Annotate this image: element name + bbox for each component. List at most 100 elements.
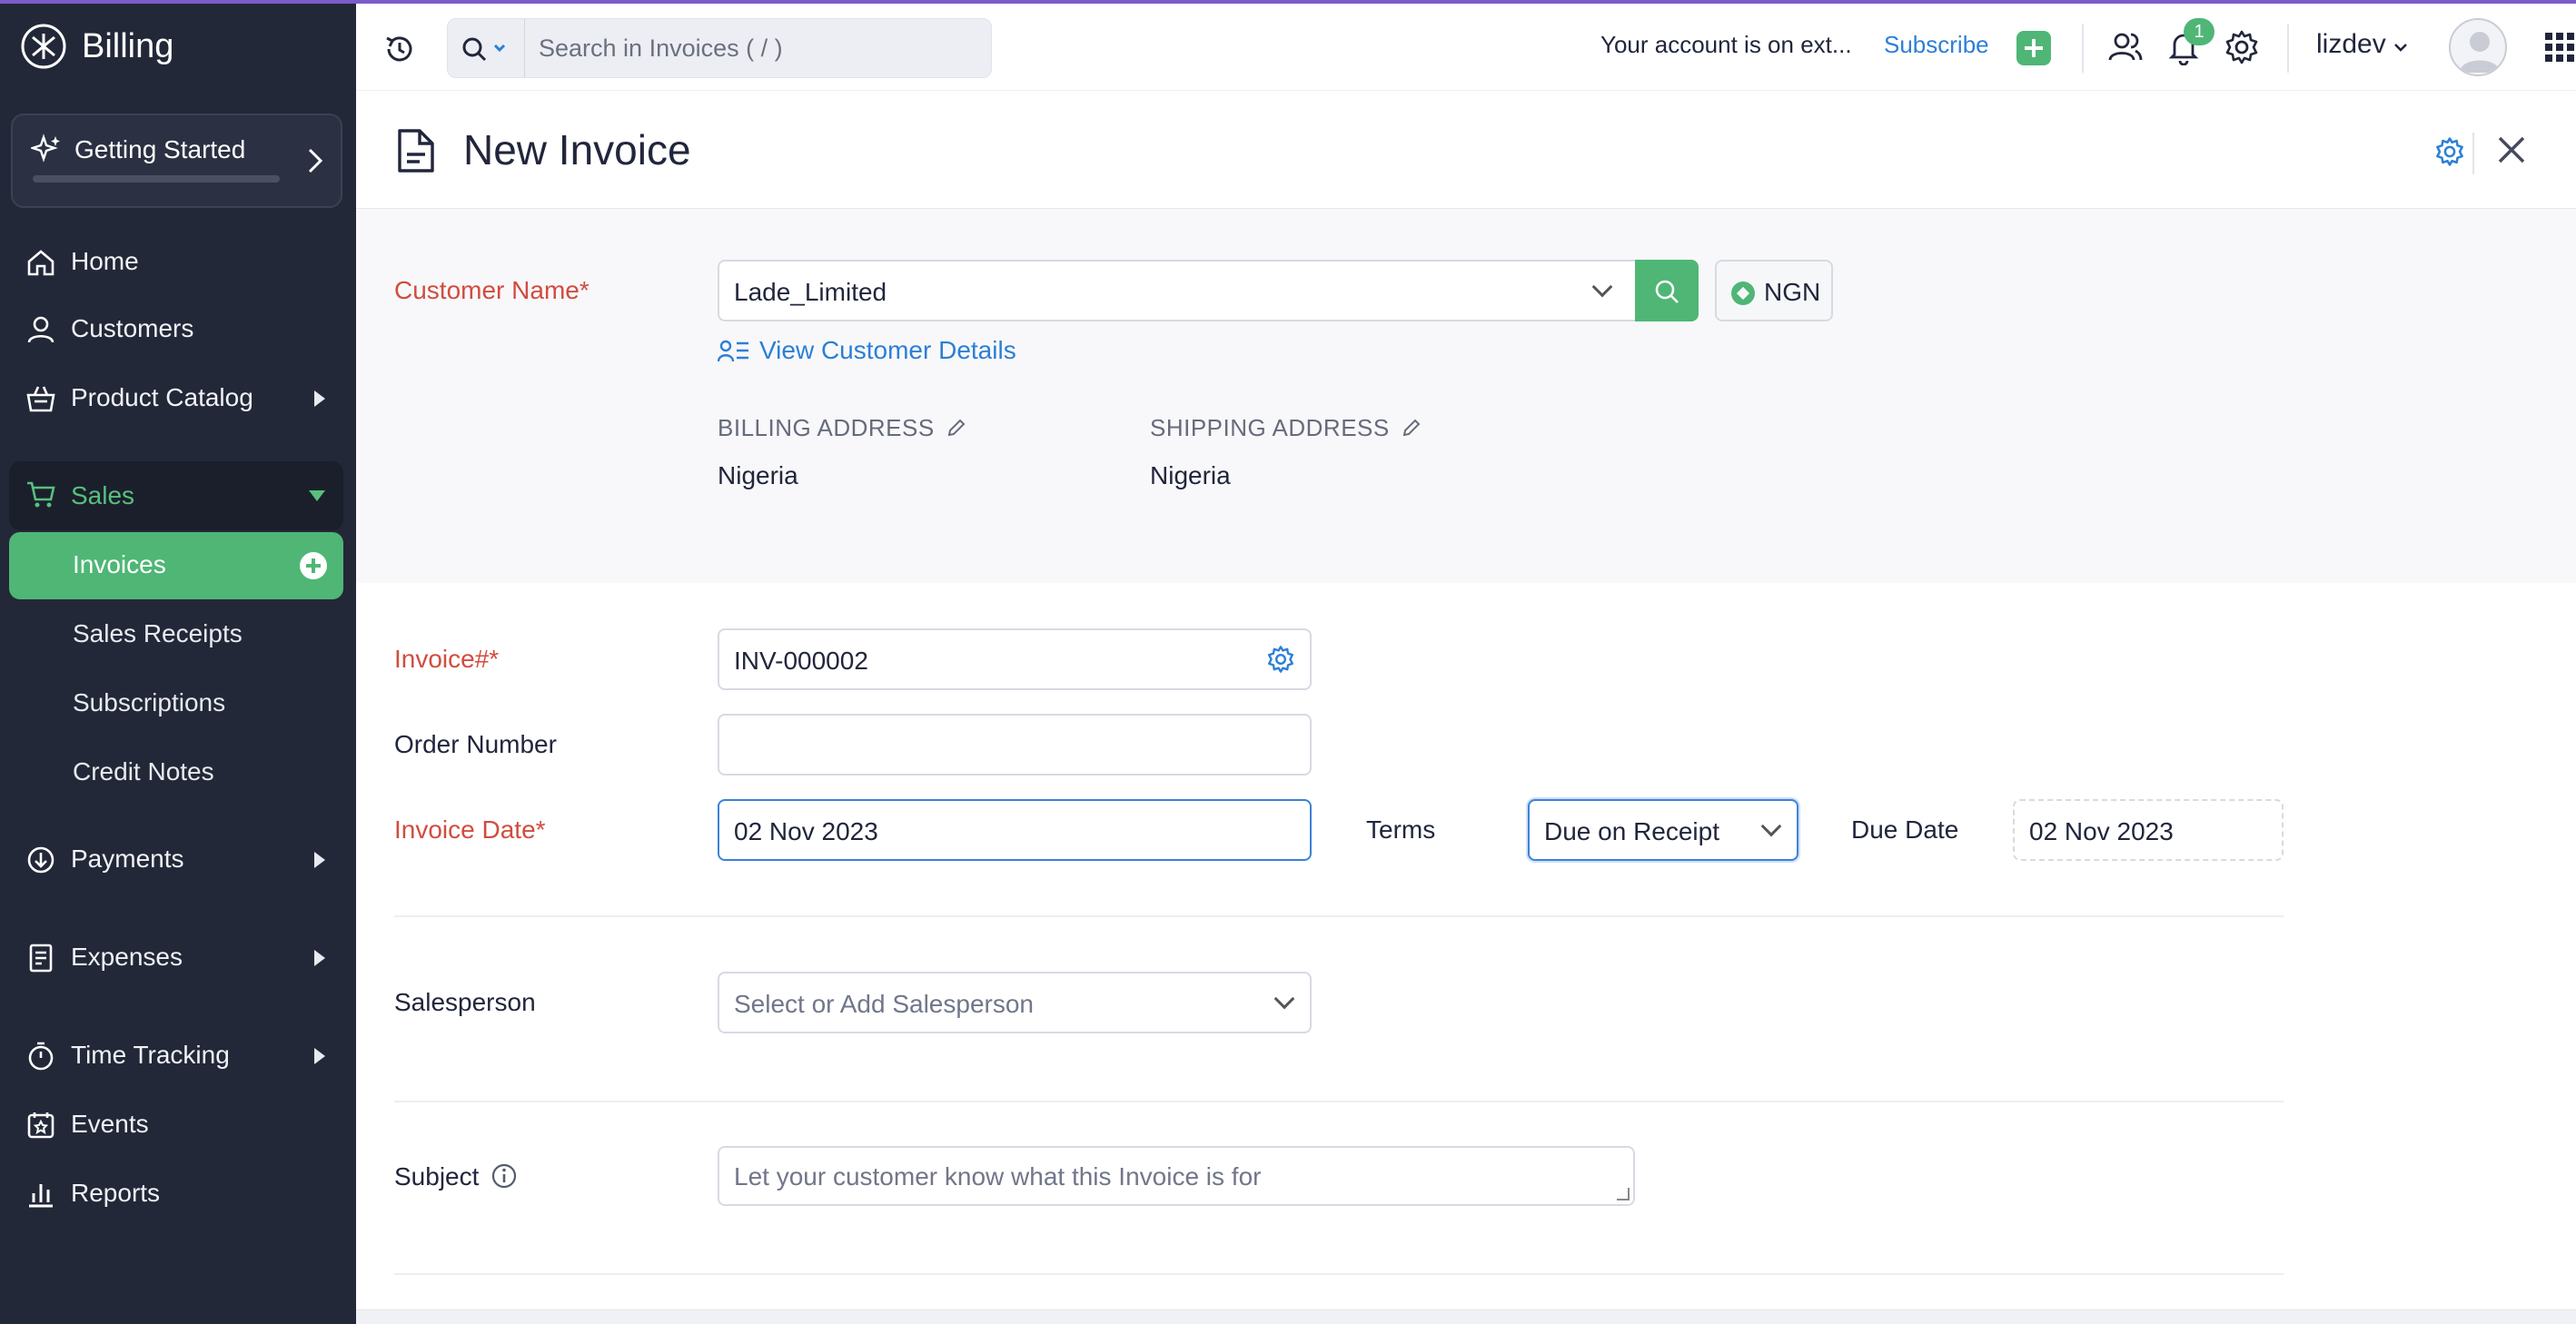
notification-badge: 1 <box>2184 18 2214 45</box>
top-accent-line <box>0 0 2576 4</box>
close-icon[interactable] <box>2496 134 2527 165</box>
sidebar-item-label: Expenses <box>71 943 183 971</box>
info-icon[interactable] <box>490 1162 518 1190</box>
billing-address-label: BILLING ADDRESS <box>718 414 935 441</box>
search-icon[interactable] <box>461 35 515 63</box>
sidebar-item-time-tracking[interactable]: Time Tracking <box>0 1026 356 1084</box>
user-name: lizdev <box>2316 29 2386 59</box>
invoice-number-field[interactable]: INV-000002 <box>718 628 1312 690</box>
invoice-date-label: Invoice Date* <box>394 815 546 844</box>
recent-history-icon[interactable] <box>381 31 418 67</box>
subject-label: Subject <box>394 1162 480 1191</box>
bottom-scroll-edge <box>356 1309 2576 1324</box>
invoice-date-field[interactable]: 02 Nov 2023 <box>718 799 1312 861</box>
view-customer-details-label: View Customer Details <box>759 336 1016 364</box>
document-icon <box>398 129 434 173</box>
billing-address-value: Nigeria <box>718 461 798 489</box>
getting-started-label: Getting Started <box>74 135 246 163</box>
terms-value: Due on Receipt <box>1544 817 1720 845</box>
sidebar-item-invoices[interactable]: Invoices <box>9 532 343 599</box>
sidebar-item-expenses[interactable]: Expenses <box>0 928 356 986</box>
cart-icon <box>27 481 55 508</box>
order-number-label: Order Number <box>394 730 557 758</box>
sidebar-item-payments[interactable]: Payments <box>0 830 356 888</box>
chevron-down-icon <box>2394 44 2407 52</box>
currency-button[interactable]: NGN <box>1715 260 1833 321</box>
chevron-down-icon <box>1591 276 1613 298</box>
billing-address-header[interactable]: BILLING ADDRESS <box>718 414 967 442</box>
customer-name-select[interactable]: Lade_Limited <box>718 260 1637 321</box>
user-icon <box>27 316 54 343</box>
sidebar-item-label: Events <box>71 1110 149 1138</box>
quick-create-button[interactable] <box>2016 31 2051 65</box>
header-divider <box>2472 133 2474 174</box>
avatar[interactable] <box>2449 18 2507 76</box>
sidebar-item-label: Reports <box>71 1179 161 1207</box>
customer-search-button[interactable] <box>1635 260 1699 321</box>
settings-gear-icon[interactable] <box>1266 645 1295 674</box>
sidebar-item-customers[interactable]: Customers <box>0 300 356 358</box>
shipping-address-header[interactable]: SHIPPING ADDRESS <box>1150 414 1422 442</box>
gear-icon[interactable] <box>2224 29 2260 65</box>
chevron-down-icon <box>1273 988 1295 1010</box>
payment-icon <box>27 846 54 874</box>
sidebar-item-reports[interactable]: Reports <box>0 1164 356 1222</box>
app-grid-icon[interactable] <box>2543 31 2576 64</box>
chevron-right-icon <box>308 148 323 173</box>
chevron-down-icon <box>1760 815 1782 837</box>
sidebar-item-subscriptions[interactable]: Subscriptions <box>73 688 225 717</box>
terms-label: Terms <box>1366 815 1436 844</box>
section-divider <box>394 1101 2284 1102</box>
currency-icon <box>1731 282 1755 305</box>
sidebar-item-home[interactable]: Home <box>0 232 356 291</box>
customer-name-value: Lade_Limited <box>734 278 887 306</box>
basket-icon <box>26 386 55 412</box>
stopwatch-icon <box>28 1042 54 1071</box>
salesperson-label: Salesperson <box>394 988 536 1016</box>
users-icon[interactable] <box>2107 29 2144 65</box>
sidebar-item-sales[interactable]: Sales <box>9 461 343 530</box>
terms-select[interactable]: Due on Receipt <box>1528 799 1798 861</box>
sidebar-item-product-catalog[interactable]: Product Catalog <box>0 369 356 427</box>
user-menu[interactable]: lizdev <box>2316 29 2408 60</box>
sidebar-item-label: Customers <box>71 314 194 342</box>
brand[interactable]: Billing <box>20 20 173 73</box>
order-number-field[interactable] <box>718 714 1312 776</box>
pencil-icon[interactable] <box>946 417 967 439</box>
salesperson-select[interactable]: Select or Add Salesperson <box>718 972 1312 1033</box>
search-bar <box>447 18 992 78</box>
header-divider <box>2287 24 2289 73</box>
sidebar-item-events[interactable]: Events <box>0 1095 356 1153</box>
expand-arrow-icon <box>314 950 325 966</box>
currency-code: NGN <box>1764 278 1821 306</box>
sidebar-item-credit-notes[interactable]: Credit Notes <box>73 757 214 786</box>
header-divider <box>2082 24 2084 73</box>
due-date-label: Due Date <box>1851 815 1959 844</box>
page-title: New Invoice <box>463 126 691 173</box>
brand-title: Billing <box>82 26 174 65</box>
resize-grip-icon[interactable] <box>1617 1188 1630 1200</box>
search-divider <box>524 19 525 77</box>
sidebar-item-sales-receipts[interactable]: Sales Receipts <box>73 619 243 648</box>
add-invoice-icon[interactable] <box>300 552 327 579</box>
section-divider <box>394 915 2284 917</box>
settings-gear-icon[interactable] <box>2434 136 2465 167</box>
receipt-icon <box>29 944 53 973</box>
sidebar-item-label: Sales <box>71 481 135 509</box>
customer-name-label: Customer Name* <box>394 276 590 304</box>
invoice-number-label: Invoice#* <box>394 645 500 673</box>
expand-arrow-icon <box>314 852 325 868</box>
expand-arrow-icon <box>314 1048 325 1064</box>
section-divider <box>394 1273 2284 1275</box>
subject-textarea[interactable]: Let your customer know what this Invoice… <box>718 1146 1635 1206</box>
getting-started-progress <box>33 175 280 183</box>
subscribe-link[interactable]: Subscribe <box>1884 31 1989 59</box>
sidebar: Billing Getting Started Home Customers P… <box>0 0 356 1324</box>
due-date-field[interactable]: 02 Nov 2023 <box>2013 799 2284 861</box>
billing-logo-icon <box>21 24 66 69</box>
sidebar-item-label: Payments <box>71 845 184 873</box>
account-status-message: Your account is on ext... <box>1600 31 1852 58</box>
getting-started-card[interactable]: Getting Started <box>11 114 342 208</box>
pencil-icon[interactable] <box>1401 417 1422 439</box>
search-input[interactable] <box>539 30 975 66</box>
